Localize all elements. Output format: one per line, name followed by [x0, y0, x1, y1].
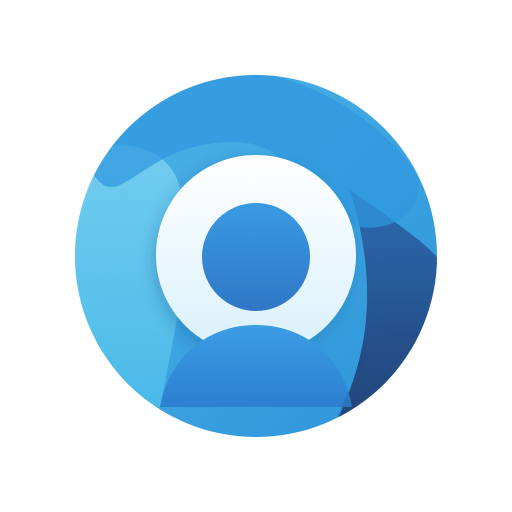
user-profile-app-icon	[75, 75, 437, 437]
user-head-icon	[202, 203, 310, 311]
app-icon-canvas	[0, 0, 512, 512]
icon-mask-group	[75, 75, 437, 437]
